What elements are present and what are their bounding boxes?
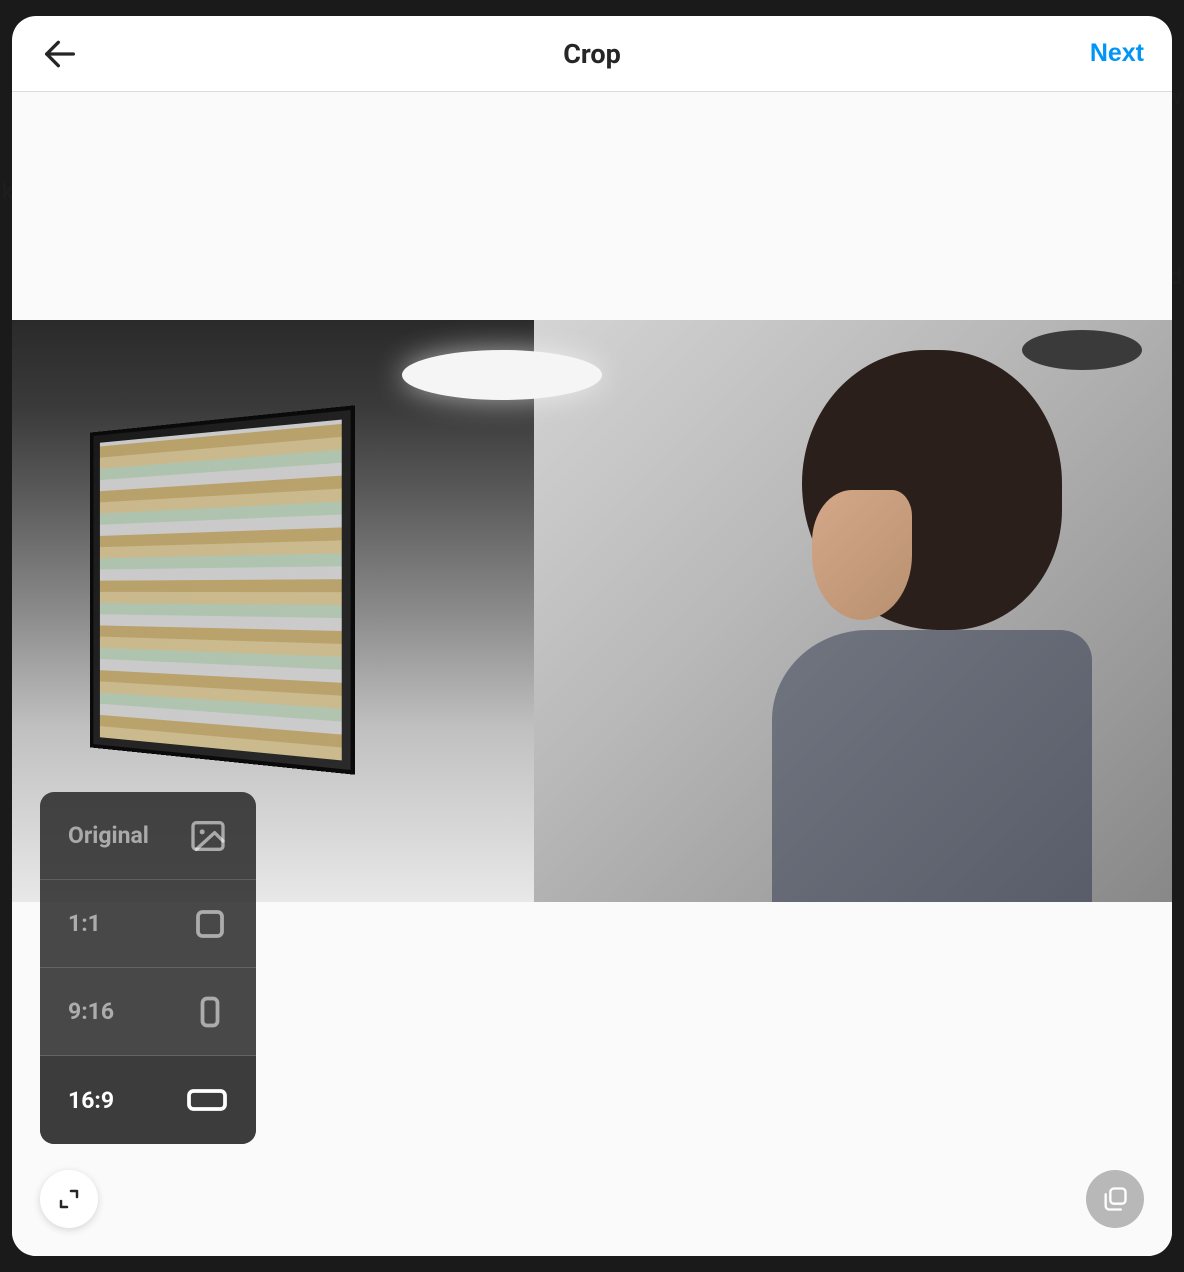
next-button[interactable]: Next [1090,39,1144,68]
aspect-option-portrait[interactable]: 9:16 [40,968,256,1056]
aspect-option-landscape[interactable]: 16:9 [40,1056,256,1144]
aspect-label: 16:9 [68,1087,114,1114]
expand-icon [57,1187,81,1211]
landscape-rect-icon [186,1082,228,1118]
aspect-option-square[interactable]: 1:1 [40,880,256,968]
modal-header: Crop Next [12,16,1172,92]
page-title: Crop [563,38,621,70]
square-icon [192,906,228,942]
aspect-label: 1:1 [68,910,101,937]
aspect-option-original[interactable]: Original [40,792,256,880]
crop-modal: Crop Next Original [12,16,1172,1256]
portrait-rect-icon [192,994,228,1030]
aspect-label: 9:16 [68,998,114,1025]
arrow-left-icon [40,34,80,74]
crop-content: Original 1:1 [12,92,1172,1256]
multi-select-button[interactable] [1086,1170,1144,1228]
aspect-ratio-menu: Original 1:1 [40,792,256,1144]
back-button[interactable] [40,34,80,74]
image-icon [188,816,228,856]
aspect-label: Original [68,822,149,849]
multi-select-icon [1101,1185,1129,1213]
expand-button[interactable] [40,1170,98,1228]
